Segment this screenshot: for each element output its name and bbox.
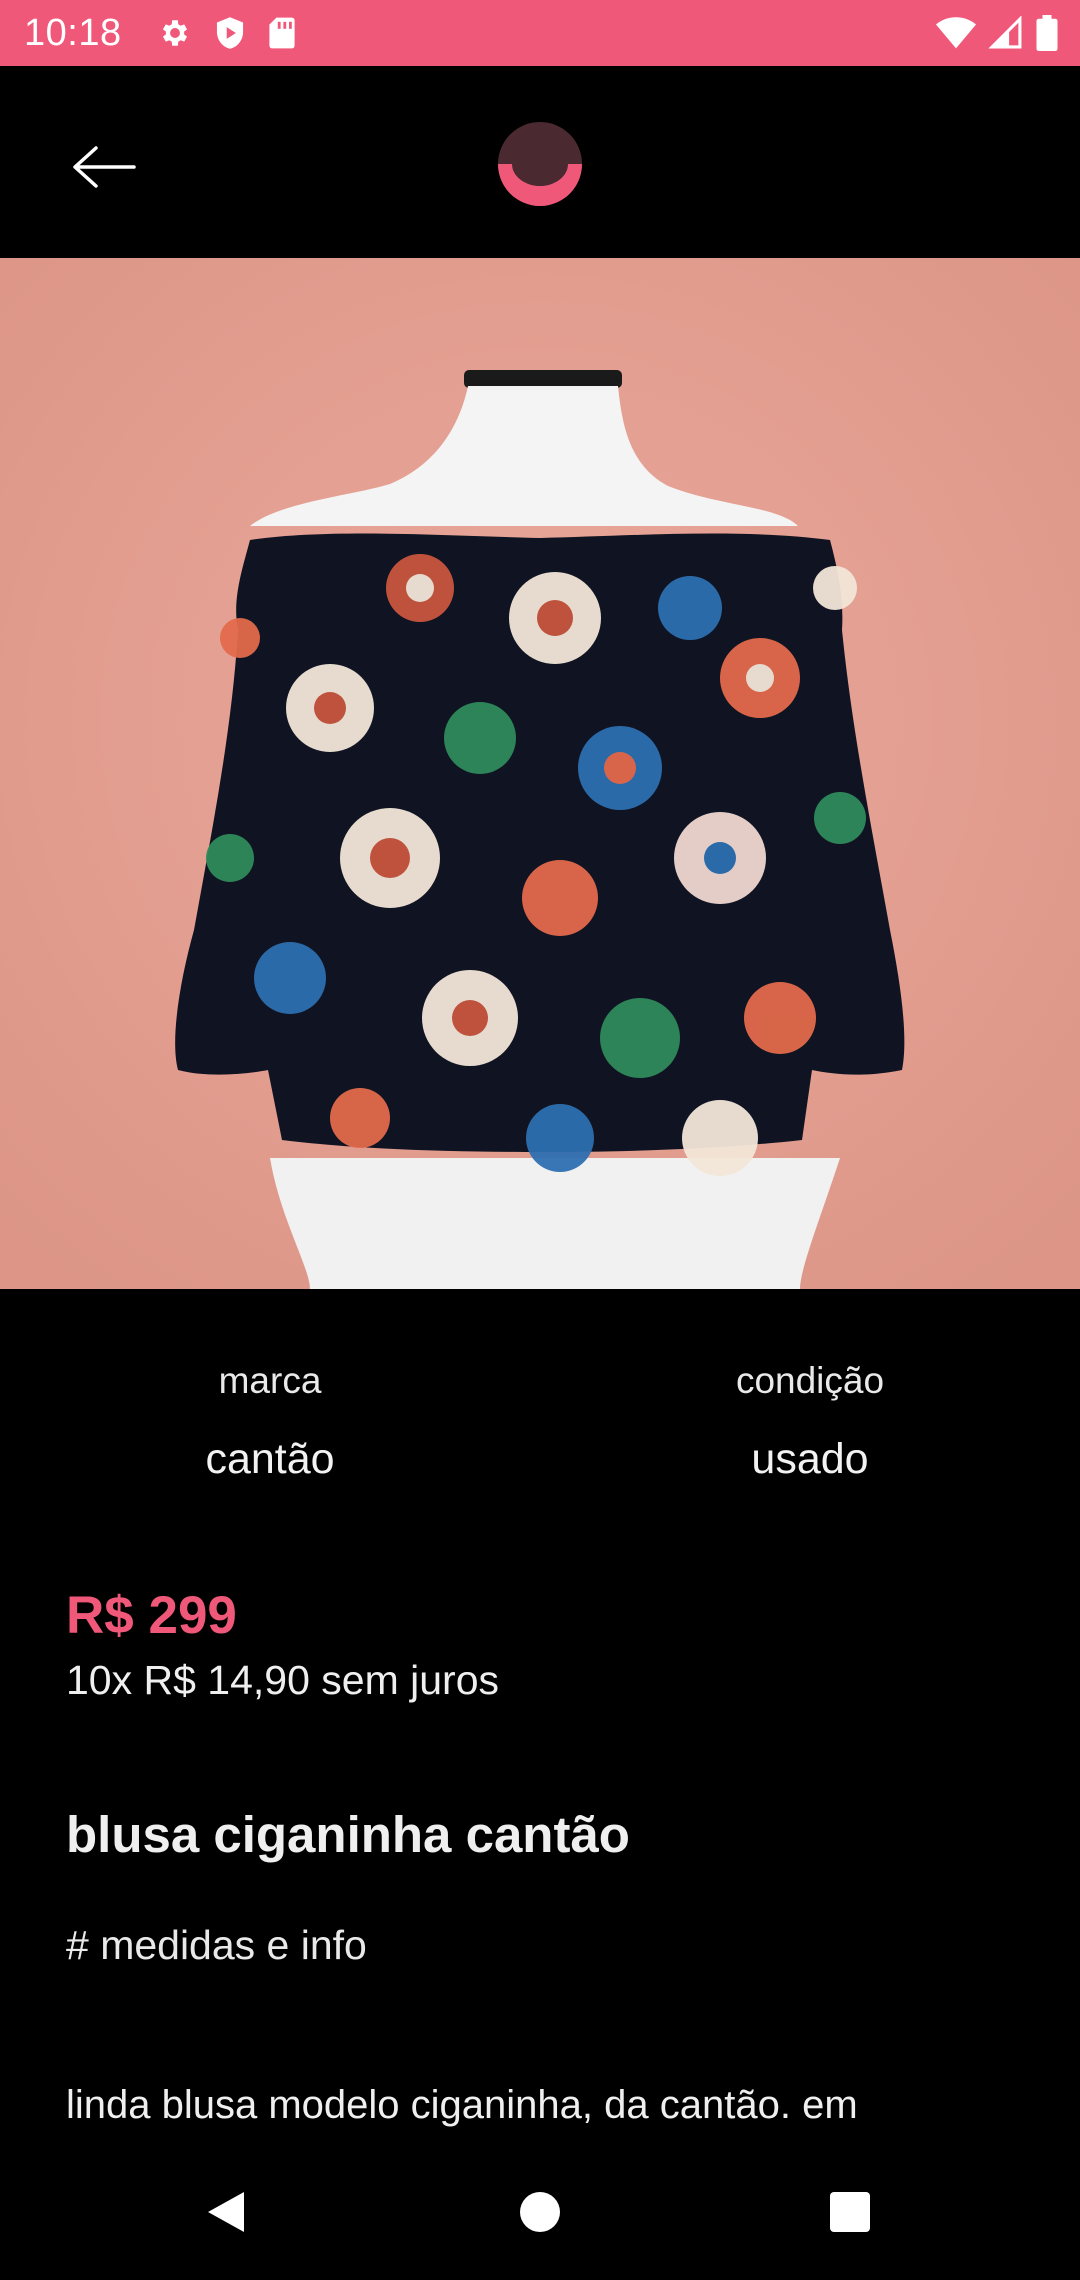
product-description: linda blusa modelo ciganinha, da cantão.… [66,2083,858,2127]
app-bar [0,66,1080,258]
product-photo[interactable] [0,258,1080,1289]
status-icons-left [158,16,296,50]
nav-back-button[interactable] [160,2148,292,2280]
cell-signal-icon [988,16,1024,50]
condition-label: condição [735,1360,885,1401]
nav-recents-button[interactable] [784,2148,916,2280]
nav-home-button[interactable] [474,2148,606,2280]
wifi-icon [936,16,976,50]
nav-back-icon [204,2188,248,2241]
price: R$ 299 [66,1586,237,1645]
status-bar: 10:18 [0,0,1080,66]
status-icons-right [936,0,1058,66]
description-container: linda blusa modelo ciganinha, da cantão.… [66,2080,1016,2144]
battery-icon [1036,15,1058,51]
installments: 10x R$ 14,90 sem juros [66,1657,500,1703]
brand-label: marca [218,1360,322,1401]
arrow-left-icon [70,145,136,194]
status-time: 10:18 [24,11,122,54]
brand-value: cantão [205,1435,335,1483]
back-button[interactable] [58,124,148,214]
nav-recents-icon [828,2190,872,2239]
system-nav-bar [0,2148,1080,2280]
gear-icon [158,16,192,50]
shield-play-icon [214,16,246,50]
sd-card-icon [268,16,296,50]
condition-value: usado [751,1435,869,1483]
nav-home-icon [518,2190,562,2239]
product-title: blusa ciganinha cantão [66,1806,630,1863]
smile-logo-icon [496,120,584,208]
measures-info-label: # medidas e info [66,1922,367,1968]
